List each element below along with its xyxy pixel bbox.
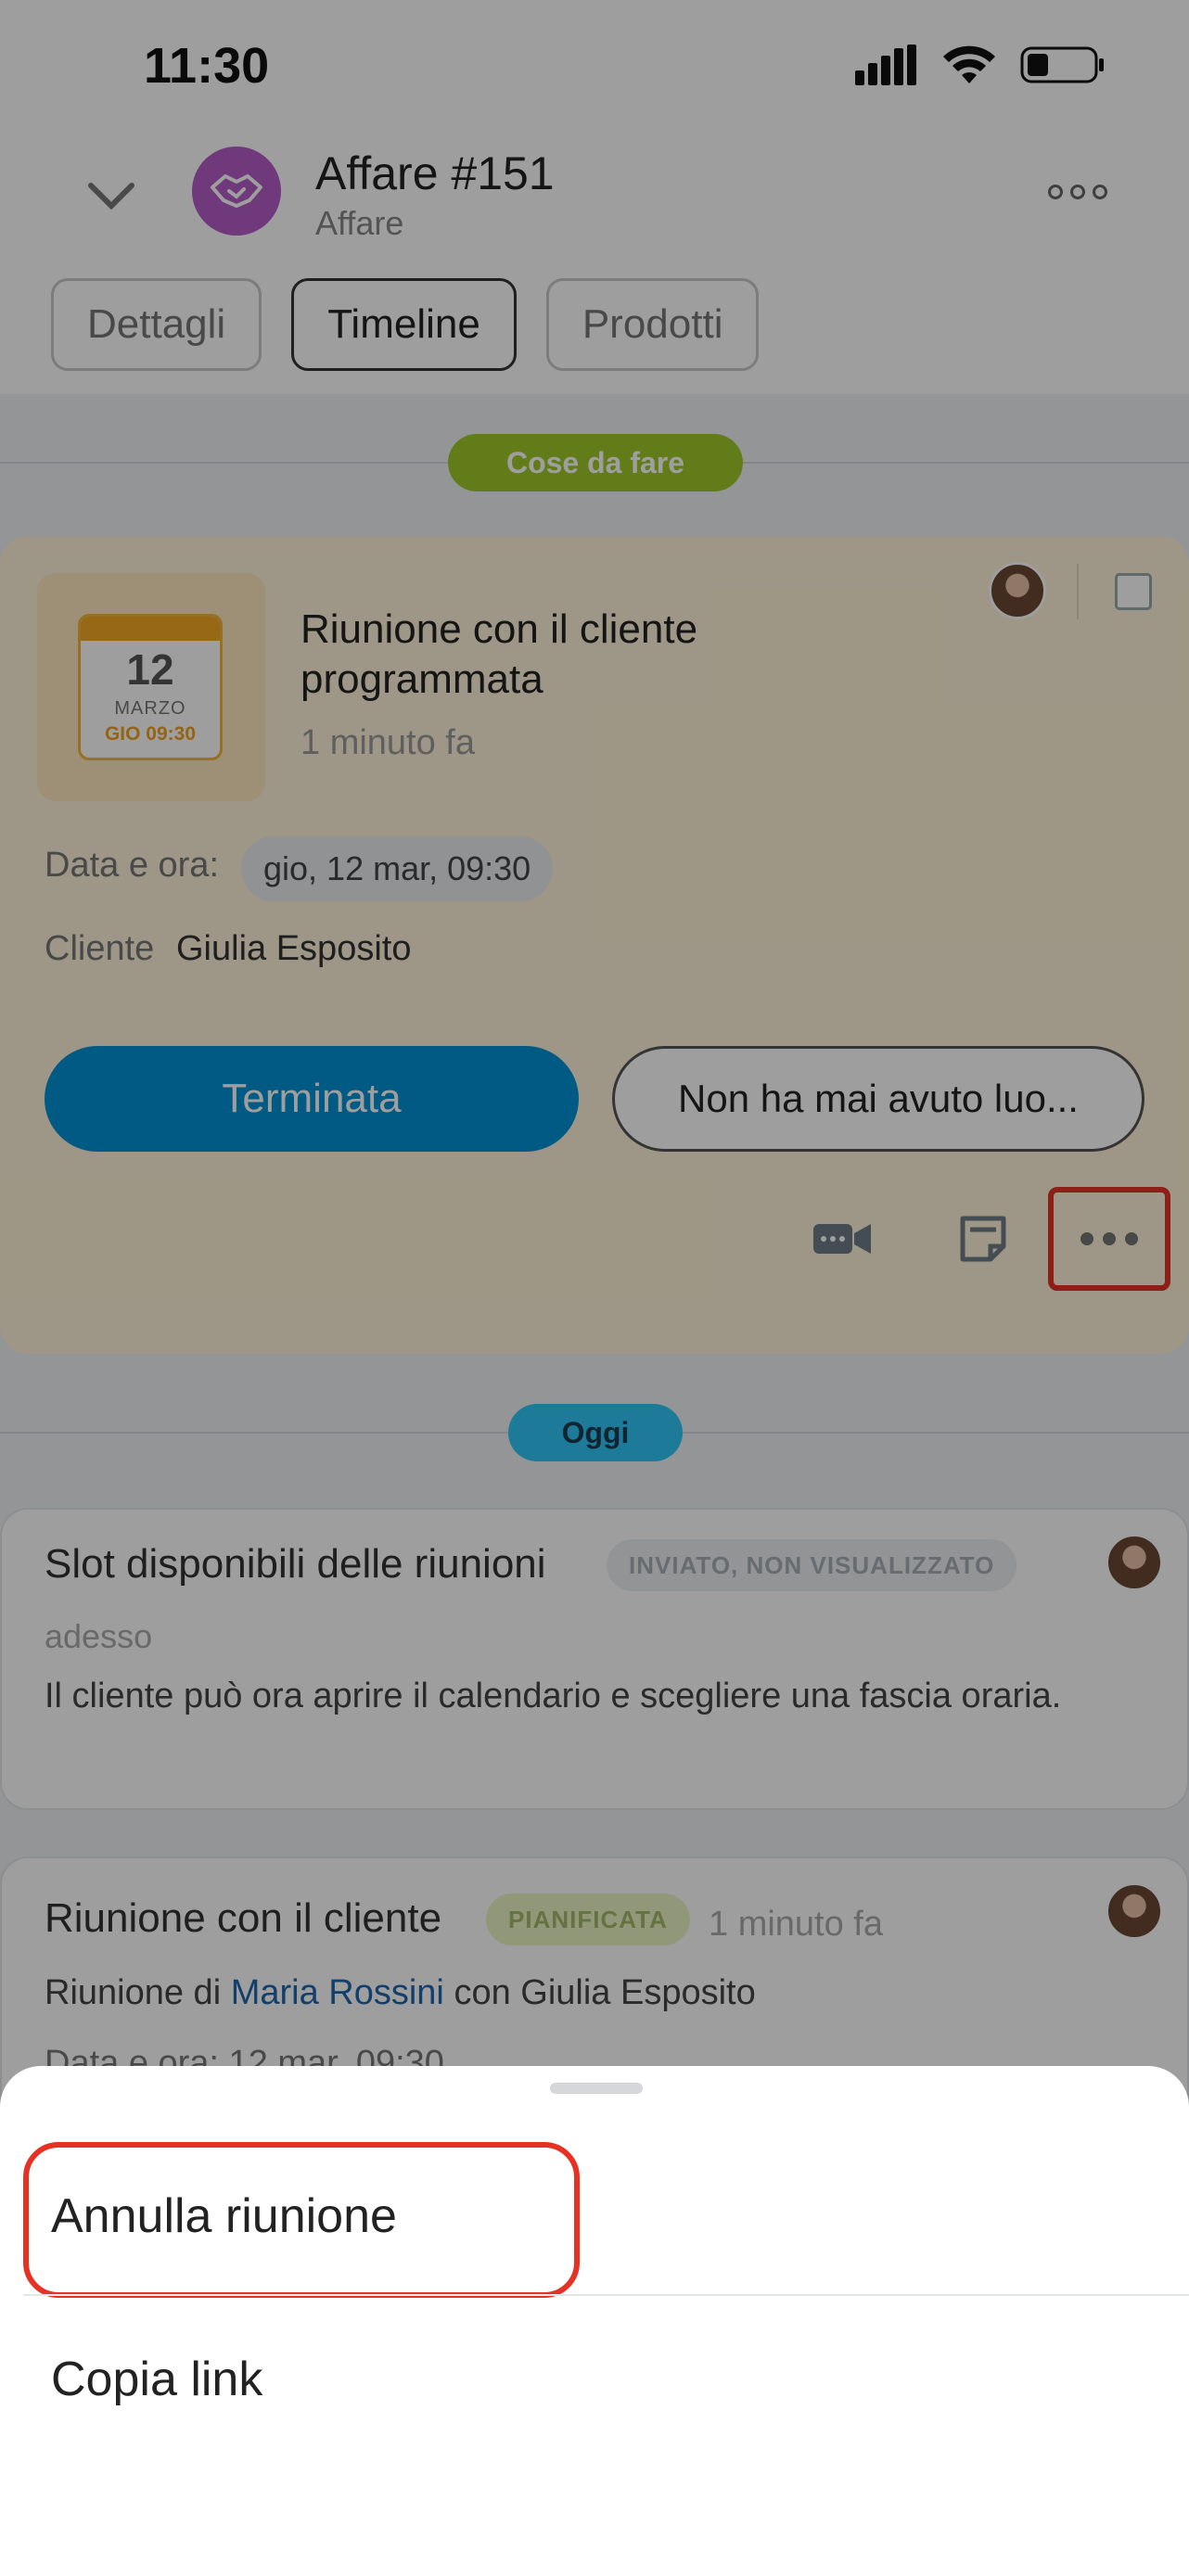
menu-item-cancel-meeting[interactable]: Annulla riunione <box>51 2188 397 2244</box>
sheet-handle[interactable] <box>550 2083 643 2094</box>
divider <box>23 2294 1189 2296</box>
menu-item-copy-link[interactable]: Copia link <box>51 2352 262 2407</box>
screen: 11:30 Affare #151 Affare Dettagli Timeli… <box>0 0 1189 2576</box>
